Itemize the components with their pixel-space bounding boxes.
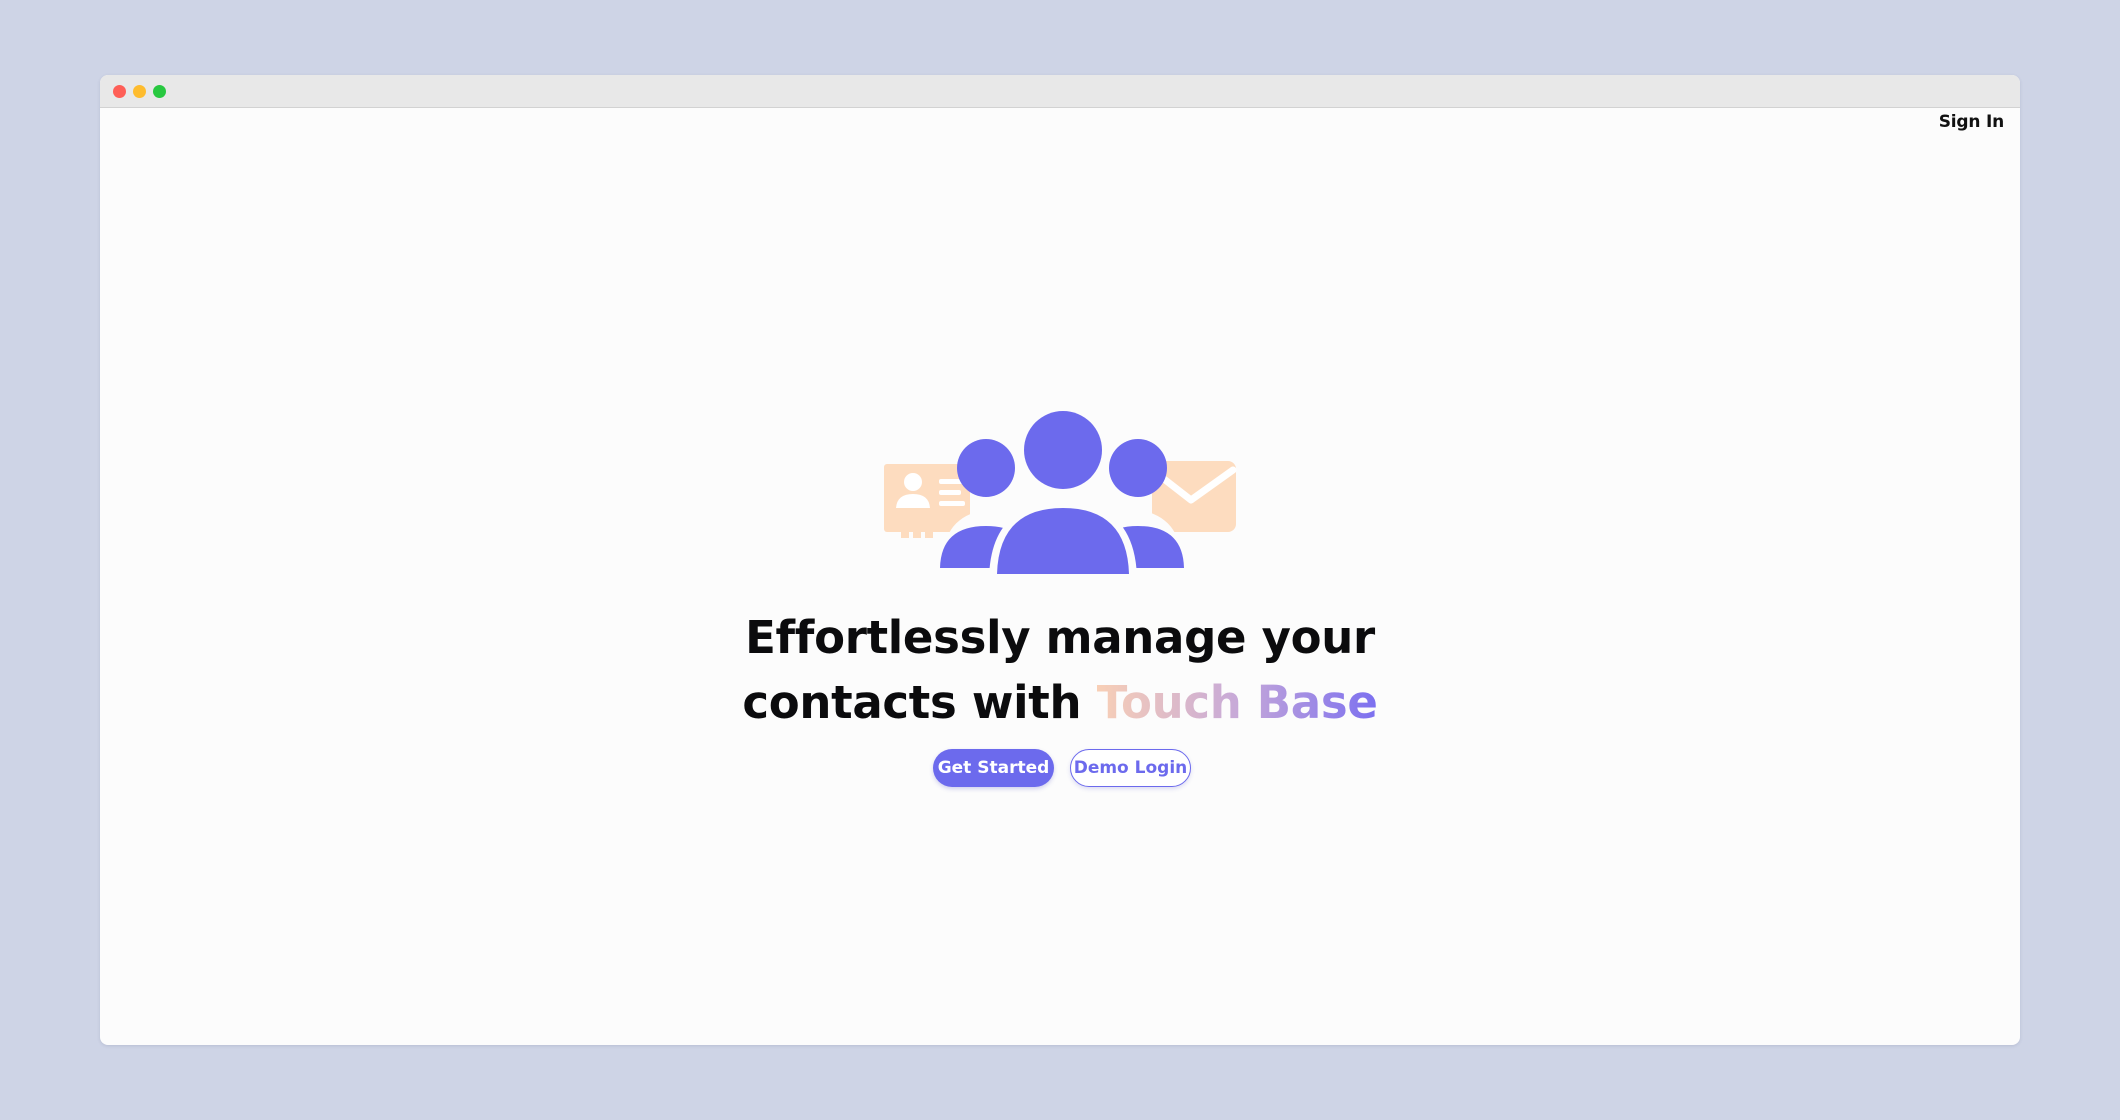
headline-prefix: contacts with [742, 676, 1097, 729]
minimize-window-button[interactable] [133, 85, 146, 98]
get-started-button[interactable]: Get Started [933, 749, 1054, 787]
brand-name: Touch Base [1096, 676, 1378, 729]
demo-login-button[interactable]: Demo Login [1070, 749, 1191, 787]
hero-actions: Get Started Demo Login [100, 749, 2020, 787]
headline-line-2: contacts with Touch Base [100, 670, 2020, 735]
close-window-button[interactable] [113, 85, 126, 98]
browser-window: Sign In Effortlessly manage your contact… [100, 75, 2020, 1045]
window-titlebar [100, 75, 2020, 108]
contacts-group-icon [884, 410, 1237, 574]
sign-in-link[interactable]: Sign In [1939, 112, 2004, 132]
hero-headline: Effortlessly manage your contacts with T… [100, 605, 2020, 735]
maximize-window-button[interactable] [153, 85, 166, 98]
headline-line-1: Effortlessly manage your [745, 611, 1375, 664]
